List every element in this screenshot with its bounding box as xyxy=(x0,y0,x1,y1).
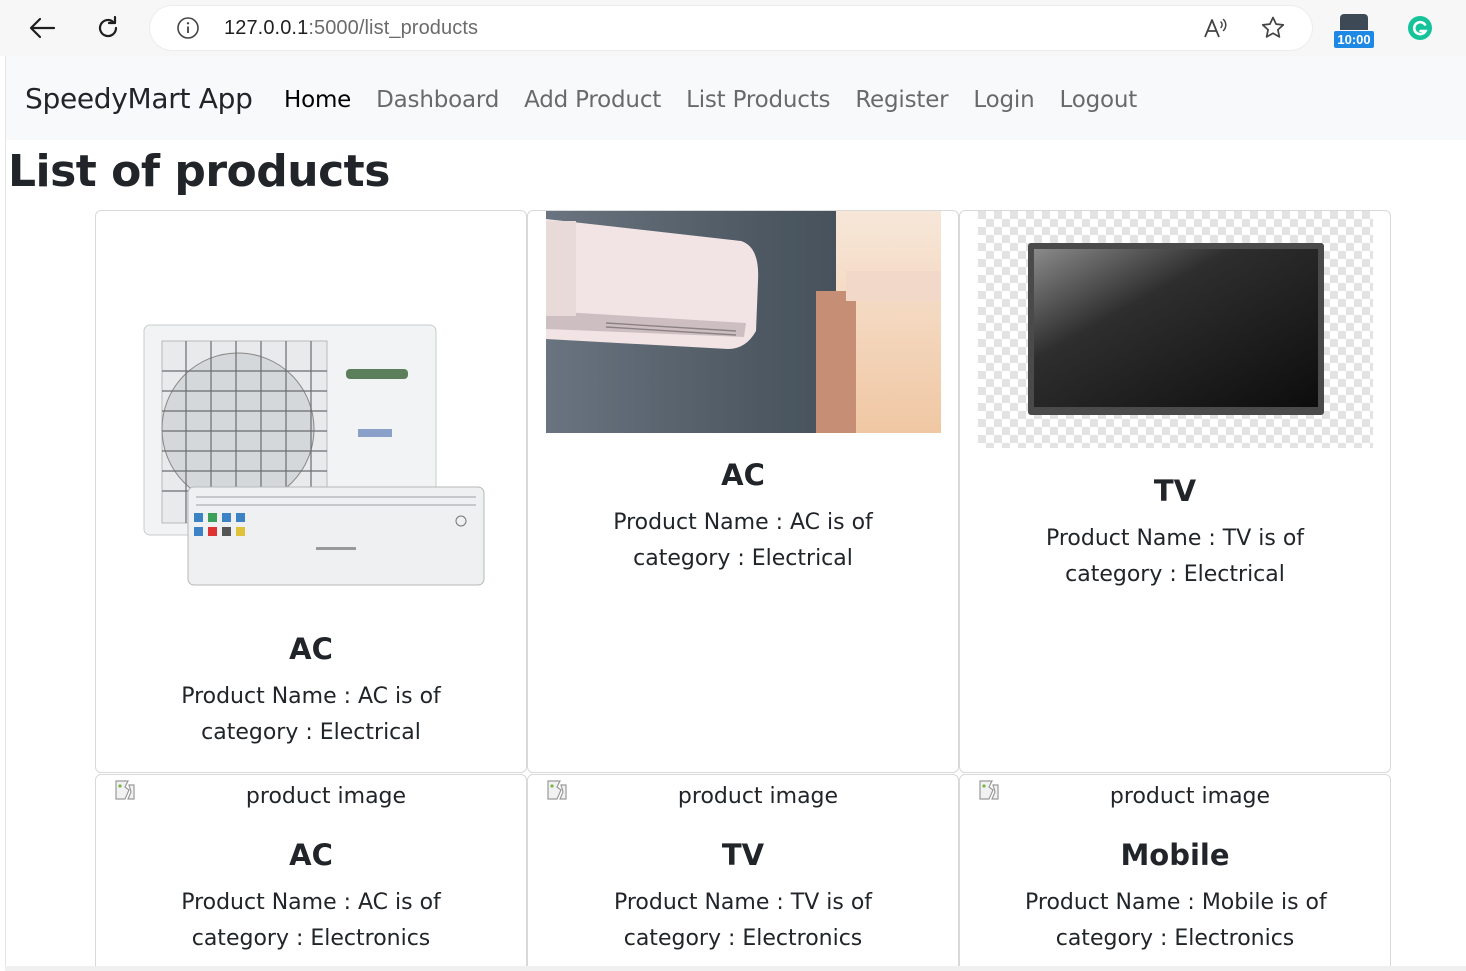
product-card: TV Product Name : TV is of category : El… xyxy=(959,210,1391,773)
product-image-broken: product image xyxy=(96,777,526,813)
timer-icon xyxy=(1340,14,1368,30)
image-alt-text: product image xyxy=(1109,784,1271,809)
product-title: TV xyxy=(721,838,765,872)
product-category-line: category : Electrical xyxy=(633,546,853,571)
product-category-line: category : Electronics xyxy=(191,926,431,951)
address-bar[interactable]: 127.0.0.1:5000/list_products xyxy=(150,6,1312,50)
product-name-line: Product Name : AC is of xyxy=(613,510,873,535)
product-category-line: category : Electrical xyxy=(1065,562,1285,587)
product-name-line: Product Name : TV is of xyxy=(1045,526,1305,551)
product-image xyxy=(126,311,486,601)
nav-link-add-product[interactable]: Add Product xyxy=(524,84,661,116)
grammarly-extension-button[interactable] xyxy=(1404,12,1436,44)
navbar-brand[interactable]: SpeedyMart App xyxy=(25,81,253,117)
product-description: Product Name : AC is of category : Elect… xyxy=(161,885,461,957)
grammarly-icon xyxy=(1408,16,1432,40)
timer-badge: 10:00 xyxy=(1334,31,1374,48)
nav-link-login[interactable]: Login xyxy=(973,84,1034,116)
reload-icon xyxy=(98,15,118,38)
browser-toolbar: 127.0.0.1:5000/list_products 10:00 xyxy=(0,0,1466,56)
nav-link-dashboard[interactable]: Dashboard xyxy=(376,84,499,116)
product-card: product image TV Product Name : TV is of… xyxy=(527,774,959,966)
product-card: product image AC Product Name : AC is of… xyxy=(95,774,527,966)
nav-link-home[interactable]: Home xyxy=(284,84,351,116)
url-path: :5000/list_products xyxy=(308,17,479,39)
product-category-line: category : Electronics xyxy=(623,926,863,951)
product-card: AC Product Name : AC is of category : El… xyxy=(95,210,527,773)
url-host: 127.0.0.1 xyxy=(224,17,309,39)
read-aloud-icon xyxy=(1204,18,1227,38)
nav-link-logout[interactable]: Logout xyxy=(1059,84,1137,116)
nav-link-register[interactable]: Register xyxy=(855,84,948,116)
product-description: Product Name : AC is of category : Elect… xyxy=(161,679,461,751)
image-alt-text: product image xyxy=(677,784,839,809)
product-image-broken: product image xyxy=(960,777,1390,813)
product-name-line: Product Name : TV is of xyxy=(613,890,873,915)
product-image xyxy=(978,211,1373,448)
product-card: AC Product Name : AC is of category : El… xyxy=(527,210,959,773)
navbar: SpeedyMart App Home Dashboard Add Produc… xyxy=(6,56,1466,140)
product-category-line: category : Electronics xyxy=(1055,926,1295,951)
product-description: Product Name : TV is of category : Elect… xyxy=(593,885,893,957)
nav-link-list-products[interactable]: List Products xyxy=(686,84,830,116)
star-icon xyxy=(1261,16,1285,38)
product-description: Product Name : TV is of category : Elect… xyxy=(1025,521,1325,593)
product-description: Product Name : Mobile is of category : E… xyxy=(1025,885,1327,957)
product-title: Mobile xyxy=(1120,838,1230,872)
site-info-icon[interactable] xyxy=(176,16,200,40)
product-description: Product Name : AC is of category : Elect… xyxy=(593,505,893,577)
nav-links: Home Dashboard Add Product List Products… xyxy=(284,84,1162,116)
product-category-line: category : Electrical xyxy=(201,720,421,745)
read-aloud-button[interactable] xyxy=(1200,14,1230,42)
product-title: AC xyxy=(289,632,333,666)
image-alt-text: product image xyxy=(245,784,407,809)
product-title: AC xyxy=(289,838,333,872)
back-button[interactable] xyxy=(22,8,62,48)
horizontal-scrollbar[interactable] xyxy=(5,966,1466,971)
product-name-line: Product Name : Mobile is of xyxy=(1025,890,1327,915)
product-image-broken: product image xyxy=(528,777,958,813)
product-name-line: Product Name : AC is of xyxy=(181,684,441,709)
timer-extension-button[interactable]: 10:00 xyxy=(1332,14,1376,48)
back-arrow-icon xyxy=(29,17,56,39)
product-card: product image Mobile Product Name : Mobi… xyxy=(959,774,1391,966)
product-title: TV xyxy=(1153,474,1197,508)
page-title: List of products xyxy=(8,146,390,197)
product-name-line: Product Name : AC is of xyxy=(181,890,441,915)
page-viewport: SpeedyMart App Home Dashboard Add Produc… xyxy=(5,56,1466,966)
favorite-button[interactable] xyxy=(1258,14,1288,42)
reload-button[interactable] xyxy=(88,8,128,48)
product-title: AC xyxy=(721,458,765,492)
product-image xyxy=(546,211,941,433)
url-text[interactable]: 127.0.0.1:5000/list_products xyxy=(224,16,478,40)
